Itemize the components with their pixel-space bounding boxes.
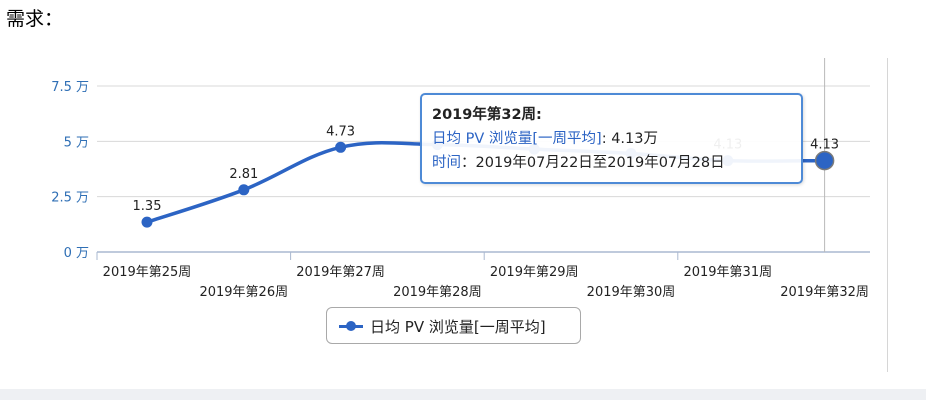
data-label: 4.13 bbox=[810, 138, 839, 153]
y-tick-label: 5 万 bbox=[64, 135, 89, 150]
x-tick-label: 2019年第29周 bbox=[490, 265, 579, 280]
data-label: 4.73 bbox=[326, 124, 355, 139]
data-label: 1.35 bbox=[133, 199, 162, 214]
y-tick-label: 7.5 万 bbox=[51, 80, 89, 95]
x-tick-label: 2019年第25周 bbox=[103, 265, 192, 280]
tooltip-title: 2019年第32周: bbox=[432, 107, 542, 123]
y-axis-ticks: 0 万 2.5 万 5 万 7.5 万 bbox=[51, 80, 89, 261]
data-label: 2.81 bbox=[229, 167, 258, 182]
tooltip-series-row: 日均 PV 浏览量[一周平均]: 4.13万 bbox=[432, 127, 791, 151]
legend-marker-icon bbox=[346, 321, 356, 331]
tooltip-time-value: ：2019年07月22日至2019年07月28日 bbox=[461, 155, 725, 171]
data-point-highlighted bbox=[814, 150, 835, 171]
footer-strip bbox=[0, 389, 926, 400]
tooltip-series-label: 日均 PV 浏览量[一周平均] bbox=[432, 131, 602, 147]
data-point bbox=[335, 141, 347, 153]
x-tick-label: 2019年第31周 bbox=[683, 265, 772, 280]
x-axis-ticks: 2019年第25周 2019年第26周 2019年第27周 2019年第28周 2019… bbox=[103, 265, 869, 300]
data-point bbox=[141, 216, 153, 228]
panel-divider bbox=[887, 58, 888, 372]
x-tick-label: 2019年第28周 bbox=[393, 285, 482, 300]
x-axis bbox=[96, 251, 870, 260]
x-tick-label: 2019年第27周 bbox=[296, 265, 385, 280]
y-tick-label: 2.5 万 bbox=[51, 191, 89, 206]
y-tick-label: 0 万 bbox=[64, 246, 89, 261]
x-tick-label: 2019年第32周 bbox=[780, 285, 869, 300]
x-tick-label: 2019年第26周 bbox=[199, 285, 288, 300]
data-tooltip: 2019年第32周: 日均 PV 浏览量[一周平均]: 4.13万 时间：201… bbox=[420, 93, 803, 184]
data-point bbox=[238, 184, 250, 196]
legend-label[interactable]: 日均 PV 浏览量[一周平均] bbox=[370, 316, 546, 337]
chart-legend[interactable]: 日均 PV 浏览量[一周平均] bbox=[326, 307, 581, 344]
tooltip-time-label: 时间 bbox=[432, 155, 461, 171]
x-tick-label: 2019年第30周 bbox=[587, 285, 676, 300]
tooltip-series-value: : 4.13万 bbox=[601, 131, 658, 147]
tooltip-time-row: 时间：2019年07月22日至2019年07月28日 bbox=[432, 151, 791, 175]
